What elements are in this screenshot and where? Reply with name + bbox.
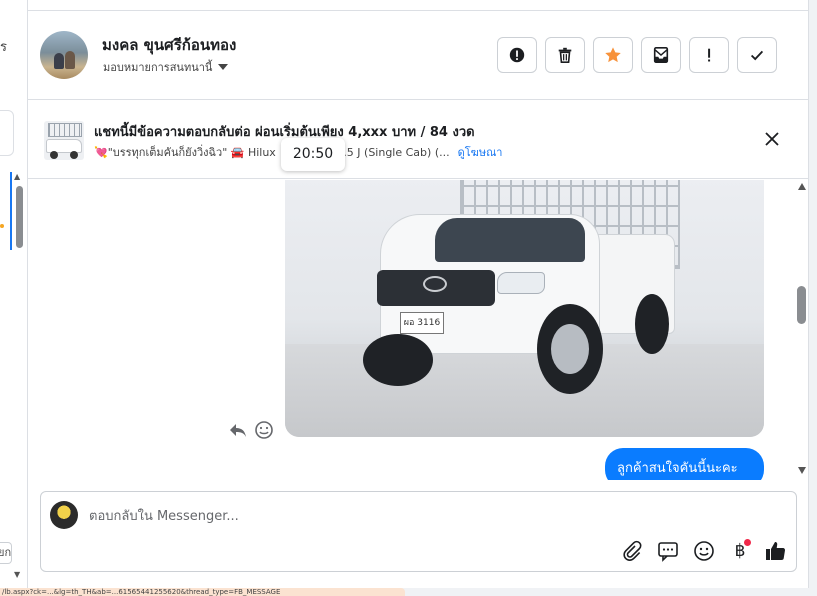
ad-thumbnail[interactable] <box>44 121 84 160</box>
license-plate: ผอ 3116 <box>400 312 444 334</box>
unread-dot <box>0 224 4 228</box>
header-actions <box>497 37 777 73</box>
list-scrollbar-thumb[interactable] <box>16 186 23 248</box>
message-actions <box>228 420 274 440</box>
ad-context-banner: แชทนี้มีข้อความตอบกลับต่อ ผ่อนเริ่มต้นเพ… <box>28 101 808 179</box>
envelope-tray-icon <box>653 46 669 64</box>
contact-avatar[interactable] <box>40 31 88 79</box>
close-icon[interactable] <box>763 130 781 148</box>
conversation-card[interactable] <box>0 110 14 156</box>
conversation-list-button-fragment[interactable]: ยก <box>0 542 12 564</box>
reply-input[interactable] <box>89 506 689 526</box>
baht-icon[interactable]: ฿ <box>728 539 752 563</box>
ad-subtitle-prefix: 💘"บรรทุกเต็มคันก็ยังวิ่งฉิว" 🚘 Hilux <box>94 146 276 159</box>
reply-composer: ฿ <box>40 491 797 572</box>
inbox-window: ร ▲ ยก ▼ มงคล ขุนศรีก้อนทอง มอบหมายการสน… <box>0 0 817 596</box>
assign-label: มอบหมายการสนทนานี้ <box>103 61 213 74</box>
mark-done-button[interactable] <box>737 37 777 73</box>
reply-icon[interactable] <box>228 420 248 440</box>
timestamp-tooltip: 20:50 <box>281 138 345 171</box>
page-avatar <box>50 501 78 529</box>
follow-up-button[interactable] <box>689 37 729 73</box>
list-scroll-down-icon[interactable]: ▼ <box>14 570 20 579</box>
conversation-list-edge: ร ▲ ยก ▼ <box>0 0 28 588</box>
exclamation-icon <box>708 48 711 62</box>
conversation-header: มงคล ขุนศรีก้อนทอง มอบหมายการสนทนานี้ <box>28 12 808 100</box>
status-url: /lb.aspx?ck=...&lg=th_TH&ab=...615654412… <box>0 588 405 596</box>
selected-conversation-indicator <box>10 172 12 250</box>
caret-down-icon <box>218 64 229 70</box>
trash-icon <box>558 47 572 64</box>
thread-scroll-down-icon[interactable] <box>798 467 806 474</box>
assign-conversation-dropdown[interactable]: มอบหมายการสนทนานี้ <box>103 58 229 76</box>
browser-status-bar: /lb.aspx?ck=...&lg=th_TH&ab=...615654412… <box>0 588 817 596</box>
mark-spam-button[interactable] <box>497 37 537 73</box>
vehicle-photo-message[interactable]: ผอ 3116 <box>285 180 764 437</box>
delete-button[interactable] <box>545 37 585 73</box>
paperclip-icon[interactable] <box>620 539 644 563</box>
star-icon <box>605 47 621 63</box>
move-to-folder-button[interactable] <box>641 37 681 73</box>
conversation-list-text-fragment: ร <box>0 40 7 55</box>
emoji-react-icon[interactable] <box>254 420 274 440</box>
contact-name[interactable]: มงคล ขุนศรีก้อนทอง <box>102 33 236 57</box>
notification-dot <box>744 539 751 546</box>
list-scroll-up-icon[interactable]: ▲ <box>14 172 20 181</box>
message-thread[interactable]: ผอ 3116 ลูกค้าสนใจคันนี้นะคะ <box>28 180 808 480</box>
emoji-icon[interactable] <box>692 539 716 563</box>
top-bar <box>28 0 808 11</box>
speech-bubbles-icon[interactable] <box>656 539 680 563</box>
view-ad-link[interactable]: ดูโฆษณา <box>458 143 503 161</box>
composer-tools: ฿ <box>620 539 788 563</box>
exclamation-circle-icon <box>509 47 525 63</box>
check-icon <box>750 50 764 61</box>
right-panel-edge <box>808 0 817 588</box>
star-button[interactable] <box>593 37 633 73</box>
outgoing-message-bubble[interactable]: ลูกค้าสนใจคันนี้นะคะ <box>605 448 764 480</box>
thumbs-up-icon[interactable] <box>764 539 788 563</box>
thread-scrollbar-thumb[interactable] <box>797 286 806 324</box>
thread-scroll-up-icon[interactable] <box>798 183 806 190</box>
